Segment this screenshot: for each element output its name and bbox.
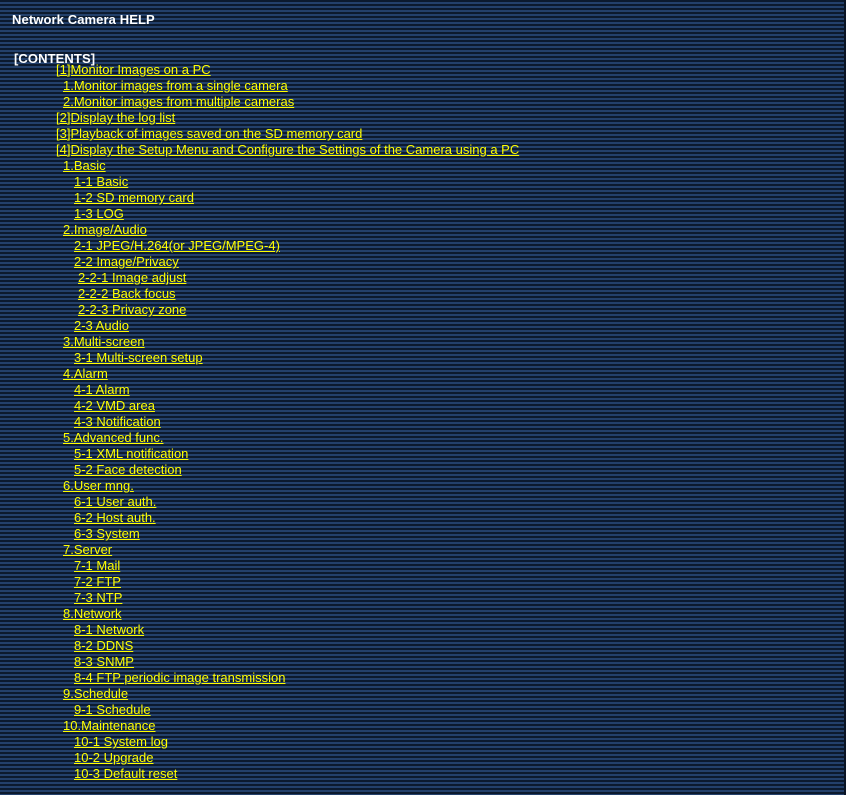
toc-link[interactable]: 10-3 Default reset	[74, 766, 177, 781]
toc-link[interactable]: 1.Monitor images from a single camera	[63, 78, 288, 93]
toc-link[interactable]: 9-1 Schedule	[74, 702, 151, 717]
toc-row: 5-2 Face detection	[0, 462, 846, 478]
toc-link[interactable]: 3.Multi-screen	[63, 334, 145, 349]
toc-link[interactable]: 2-2-1 Image adjust	[78, 270, 186, 285]
toc-link[interactable]: 2.Monitor images from multiple cameras	[63, 94, 294, 109]
toc-link[interactable]: 4-3 Notification	[74, 414, 161, 429]
toc-link[interactable]: 10-2 Upgrade	[74, 750, 154, 765]
toc-link[interactable]: 8-3 SNMP	[74, 654, 134, 669]
toc-link[interactable]: 6.User mng.	[63, 478, 134, 493]
toc-row: 9-1 Schedule	[0, 702, 846, 718]
toc-link[interactable]: 6-3 System	[74, 526, 140, 541]
toc-link[interactable]: 9.Schedule	[63, 686, 128, 701]
toc-link[interactable]: [4]Display the Setup Menu and Configure …	[56, 142, 519, 157]
toc-link[interactable]: 8-1 Network	[74, 622, 144, 637]
toc-link[interactable]: [3]Playback of images saved on the SD me…	[56, 126, 362, 141]
toc-link[interactable]: 5-1 XML notification	[74, 446, 188, 461]
toc-row: 2-2 Image/Privacy	[0, 254, 846, 270]
toc-link[interactable]: 1-3 LOG	[74, 206, 124, 221]
toc-row: 2-2-2 Back focus	[0, 286, 846, 302]
toc-row: 2-3 Audio	[0, 318, 846, 334]
toc-row: 2.Monitor images from multiple cameras	[0, 94, 846, 110]
toc-link[interactable]: 7-2 FTP	[74, 574, 121, 589]
toc-link[interactable]: 7-3 NTP	[74, 590, 122, 605]
toc-row: 1.Basic	[0, 158, 846, 174]
toc-row: 2-2-3 Privacy zone	[0, 302, 846, 318]
toc-row: 4.Alarm	[0, 366, 846, 382]
toc-row: 4-3 Notification	[0, 414, 846, 430]
toc-row: [2]Display the log list	[0, 110, 846, 126]
toc-link[interactable]: 1-1 Basic	[74, 174, 128, 189]
toc-row: 5-1 XML notification	[0, 446, 846, 462]
toc-link[interactable]: 4-2 VMD area	[74, 398, 155, 413]
toc-link[interactable]: 10-1 System log	[74, 734, 168, 749]
toc-row: [1]Monitor Images on a PC	[0, 62, 846, 78]
toc-link[interactable]: 2-2-2 Back focus	[78, 286, 176, 301]
toc-row: 7-2 FTP	[0, 574, 846, 590]
toc-row: 1-1 Basic	[0, 174, 846, 190]
toc-row: 2.Image/Audio	[0, 222, 846, 238]
toc-row: 10-3 Default reset	[0, 766, 846, 782]
toc-row: 1-3 LOG	[0, 206, 846, 222]
toc-row: 6-1 User auth.	[0, 494, 846, 510]
toc-link[interactable]: 2-2 Image/Privacy	[74, 254, 179, 269]
toc-row: 6-2 Host auth.	[0, 510, 846, 526]
toc-row: [3]Playback of images saved on the SD me…	[0, 126, 846, 142]
toc-link[interactable]: [2]Display the log list	[56, 110, 175, 125]
toc-row: 4-1 Alarm	[0, 382, 846, 398]
toc-row: 7-3 NTP	[0, 590, 846, 606]
toc-link[interactable]: 1.Basic	[63, 158, 106, 173]
toc-row: [4]Display the Setup Menu and Configure …	[0, 142, 846, 158]
toc-row: 9.Schedule	[0, 686, 846, 702]
toc-row: 7.Server	[0, 542, 846, 558]
toc-row: 10.Maintenance	[0, 718, 846, 734]
toc-link[interactable]: 5.Advanced func.	[63, 430, 163, 445]
toc-row: 8-3 SNMP	[0, 654, 846, 670]
help-page: Network Camera HELP [CONTENTS] [1]Monito…	[0, 0, 846, 795]
toc-row: 10-2 Upgrade	[0, 750, 846, 766]
toc-link[interactable]: 8-4 FTP periodic image transmission	[74, 670, 285, 685]
page-title: Network Camera HELP	[12, 12, 155, 27]
toc-link[interactable]: 4-1 Alarm	[74, 382, 130, 397]
toc-row: 1-2 SD memory card	[0, 190, 846, 206]
toc-link[interactable]: 10.Maintenance	[63, 718, 156, 733]
toc-row: 6.User mng.	[0, 478, 846, 494]
toc-row: 8.Network	[0, 606, 846, 622]
toc-link[interactable]: 4.Alarm	[63, 366, 108, 381]
toc-link[interactable]: 7-1 Mail	[74, 558, 120, 573]
toc-row: 5.Advanced func.	[0, 430, 846, 446]
toc-row: 4-2 VMD area	[0, 398, 846, 414]
toc-link[interactable]: 2.Image/Audio	[63, 222, 147, 237]
table-of-contents: [1]Monitor Images on a PC 1.Monitor image…	[0, 62, 846, 782]
toc-link[interactable]: 2-2-3 Privacy zone	[78, 302, 186, 317]
toc-row: 3-1 Multi-screen setup	[0, 350, 846, 366]
toc-row: 7-1 Mail	[0, 558, 846, 574]
toc-link[interactable]: 2-3 Audio	[74, 318, 129, 333]
toc-link[interactable]: 2-1 JPEG/H.264(or JPEG/MPEG-4)	[74, 238, 280, 253]
toc-link[interactable]: 5-2 Face detection	[74, 462, 182, 477]
toc-row: 8-1 Network	[0, 622, 846, 638]
toc-row: 2-2-1 Image adjust	[0, 270, 846, 286]
toc-link[interactable]: 6-2 Host auth.	[74, 510, 156, 525]
toc-row: 2-1 JPEG/H.264(or JPEG/MPEG-4)	[0, 238, 846, 254]
toc-link[interactable]: 7.Server	[63, 542, 112, 557]
toc-link[interactable]: 6-1 User auth.	[74, 494, 156, 509]
toc-row: 6-3 System	[0, 526, 846, 542]
toc-link[interactable]: 8.Network	[63, 606, 122, 621]
toc-link[interactable]: 8-2 DDNS	[74, 638, 133, 653]
toc-row: 3.Multi-screen	[0, 334, 846, 350]
toc-row: 10-1 System log	[0, 734, 846, 750]
toc-row: 8-2 DDNS	[0, 638, 846, 654]
toc-link[interactable]: [1]Monitor Images on a PC	[56, 62, 211, 77]
toc-link[interactable]: 1-2 SD memory card	[74, 190, 194, 205]
toc-row: 1.Monitor images from a single camera	[0, 78, 846, 94]
toc-row: 8-4 FTP periodic image transmission	[0, 670, 846, 686]
toc-link[interactable]: 3-1 Multi-screen setup	[74, 350, 203, 365]
